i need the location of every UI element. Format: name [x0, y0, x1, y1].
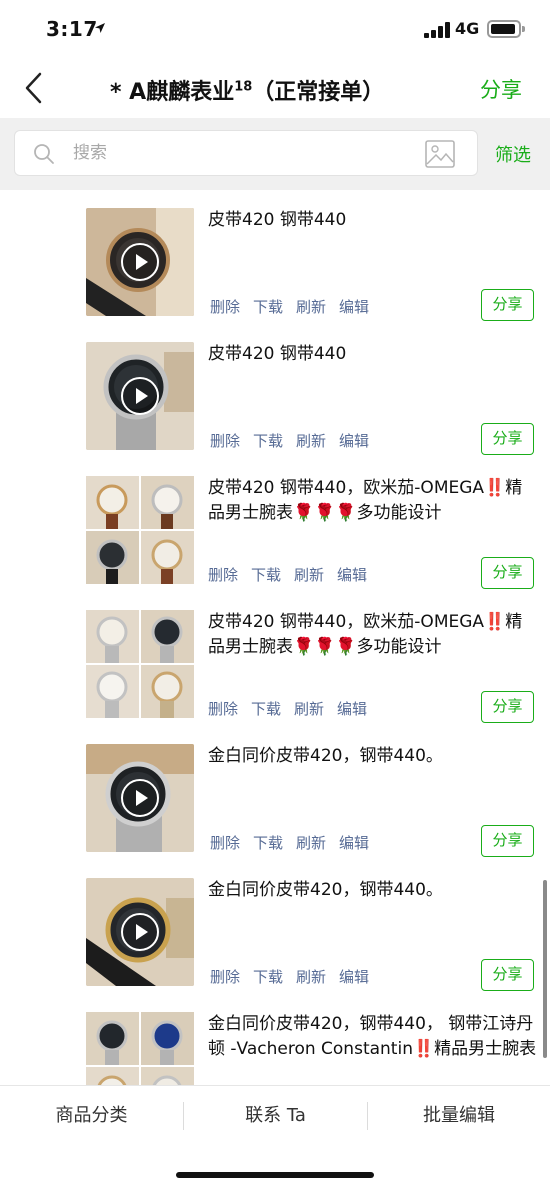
nav-bar: * A麒麟表业18（正常接单） 分享: [0, 60, 550, 118]
edit-link[interactable]: 编辑: [337, 566, 367, 584]
item-actions: 删除 下载 刷新 编辑: [208, 564, 380, 585]
download-link[interactable]: 下载: [253, 432, 283, 450]
product-image[interactable]: [86, 665, 139, 718]
network-label: 4G: [455, 19, 480, 38]
product-video-thumbnail[interactable]: [86, 208, 194, 316]
delete-link[interactable]: 删除: [210, 834, 240, 852]
item-actions: 删除 下载 刷新 编辑: [208, 698, 380, 719]
product-image[interactable]: [141, 476, 194, 529]
title-main: * A麒麟表业: [110, 80, 235, 105]
refresh-link[interactable]: 刷新: [296, 968, 326, 986]
batch-edit-button[interactable]: 批量编辑: [368, 1086, 550, 1146]
item-actions: 删除 下载 刷新 编辑: [210, 966, 382, 987]
status-bar: 3:17 4G: [0, 0, 550, 60]
product-image[interactable]: [141, 1012, 194, 1065]
item-actions: 删除 下载 刷新 编辑: [210, 832, 382, 853]
product-image[interactable]: [141, 610, 194, 663]
product-image[interactable]: [86, 1012, 139, 1065]
edit-link[interactable]: 编辑: [339, 834, 369, 852]
list-item[interactable]: 金白同价皮带420，钢带440， 钢带江诗丹顿 -Vacheron Consta…: [0, 994, 550, 1085]
share-button[interactable]: 分享: [481, 423, 534, 455]
product-image[interactable]: [86, 610, 139, 663]
list-item[interactable]: 金白同价皮带420，钢带440。 删除 下载 刷新 编辑 分享: [0, 726, 550, 860]
product-list: 皮带420 钢带440 删除 下载 刷新 编辑 分享 皮带420 钢带440 删除 下载…: [0, 190, 550, 1085]
product-video-thumbnail[interactable]: [86, 878, 194, 986]
item-title: 皮带420 钢带440: [208, 344, 347, 364]
refresh-link[interactable]: 刷新: [296, 834, 326, 852]
play-icon: [121, 377, 159, 415]
download-link[interactable]: 下载: [251, 566, 281, 584]
item-title: 金白同价皮带420，钢带440。: [208, 880, 443, 900]
back-chevron-icon[interactable]: [22, 70, 46, 106]
play-icon: [121, 243, 159, 281]
refresh-link[interactable]: 刷新: [294, 566, 324, 584]
refresh-link[interactable]: 刷新: [294, 700, 324, 718]
location-arrow-icon: [95, 23, 105, 33]
play-icon: [121, 913, 159, 951]
product-image[interactable]: [86, 531, 139, 584]
product-video-thumbnail[interactable]: [86, 342, 194, 450]
item-actions: 删除 下载 刷新 编辑: [210, 430, 382, 451]
share-button[interactable]: 分享: [481, 959, 534, 991]
list-item[interactable]: 皮带420 钢带440，欧米茄-OMEGA‼️精品男士腕表🌹🌹🌹多功能设计 删除…: [0, 458, 550, 592]
item-title: 皮带420 钢带440，欧米茄-OMEGA‼️精品男士腕表🌹🌹🌹多功能设计: [208, 478, 523, 523]
list-item[interactable]: 金白同价皮带420，钢带440。 删除 下载 刷新 编辑 分享: [0, 860, 550, 994]
download-link[interactable]: 下载: [253, 968, 283, 986]
product-image[interactable]: [141, 531, 194, 584]
product-image[interactable]: [86, 476, 139, 529]
contact-button[interactable]: 联系 Ta: [184, 1086, 367, 1146]
category-button[interactable]: 商品分类: [0, 1086, 183, 1146]
item-actions: 删除 下载 刷新 编辑: [210, 296, 382, 317]
list-item[interactable]: 皮带420 钢带440 删除 下载 刷新 编辑 分享: [0, 324, 550, 458]
item-title: 金白同价皮带420，钢带440。: [208, 746, 443, 766]
title-status: （正常接单）: [252, 80, 385, 105]
search-box[interactable]: [14, 130, 478, 176]
product-image[interactable]: [141, 665, 194, 718]
title-superscript: 18: [234, 79, 253, 95]
download-link[interactable]: 下载: [253, 298, 283, 316]
item-title: 皮带420 钢带440，欧米茄-OMEGA‼️精品男士腕表🌹🌹🌹多功能设计: [208, 612, 523, 657]
share-button[interactable]: 分享: [481, 557, 534, 589]
page-title: * A麒麟表业18（正常接单）: [110, 74, 384, 106]
search-icon: [34, 144, 54, 164]
share-button-top[interactable]: 分享: [480, 74, 522, 104]
download-link[interactable]: 下载: [251, 700, 281, 718]
product-image-grid[interactable]: [86, 476, 194, 584]
search-area: 筛选: [0, 118, 550, 190]
delete-link[interactable]: 删除: [208, 566, 238, 584]
product-image[interactable]: [141, 1067, 194, 1085]
play-icon: [121, 779, 159, 817]
battery-icon: [487, 20, 525, 38]
image-search-icon[interactable]: [425, 140, 455, 168]
edit-link[interactable]: 编辑: [339, 298, 369, 316]
filter-button[interactable]: 筛选: [495, 141, 531, 167]
edit-link[interactable]: 编辑: [339, 968, 369, 986]
delete-link[interactable]: 删除: [210, 298, 240, 316]
search-input[interactable]: [73, 131, 403, 175]
product-video-thumbnail[interactable]: [86, 744, 194, 852]
edit-link[interactable]: 编辑: [339, 432, 369, 450]
product-image[interactable]: [86, 1067, 139, 1085]
scrollbar[interactable]: [543, 880, 547, 1058]
product-image-grid[interactable]: [86, 1012, 194, 1085]
list-item[interactable]: 皮带420 钢带440，欧米茄-OMEGA‼️精品男士腕表🌹🌹🌹多功能设计 删除…: [0, 592, 550, 726]
signal-icon: [424, 22, 450, 38]
list-item[interactable]: 皮带420 钢带440 删除 下载 刷新 编辑 分享: [0, 190, 550, 324]
delete-link[interactable]: 删除: [210, 968, 240, 986]
home-indicator[interactable]: [176, 1172, 374, 1178]
item-title: 金白同价皮带420，钢带440， 钢带江诗丹顿 -Vacheron Consta…: [208, 1014, 537, 1059]
download-link[interactable]: 下载: [253, 834, 283, 852]
refresh-link[interactable]: 刷新: [296, 432, 326, 450]
share-button[interactable]: 分享: [481, 691, 534, 723]
item-title: 皮带420 钢带440: [208, 210, 347, 230]
delete-link[interactable]: 删除: [208, 700, 238, 718]
edit-link[interactable]: 编辑: [337, 700, 367, 718]
share-button[interactable]: 分享: [481, 825, 534, 857]
product-image-grid[interactable]: [86, 610, 194, 718]
status-time: 3:17: [46, 17, 98, 41]
delete-link[interactable]: 删除: [210, 432, 240, 450]
bottom-bar: 商品分类 联系 Ta 批量编辑: [0, 1085, 550, 1145]
share-button[interactable]: 分享: [481, 289, 534, 321]
refresh-link[interactable]: 刷新: [296, 298, 326, 316]
